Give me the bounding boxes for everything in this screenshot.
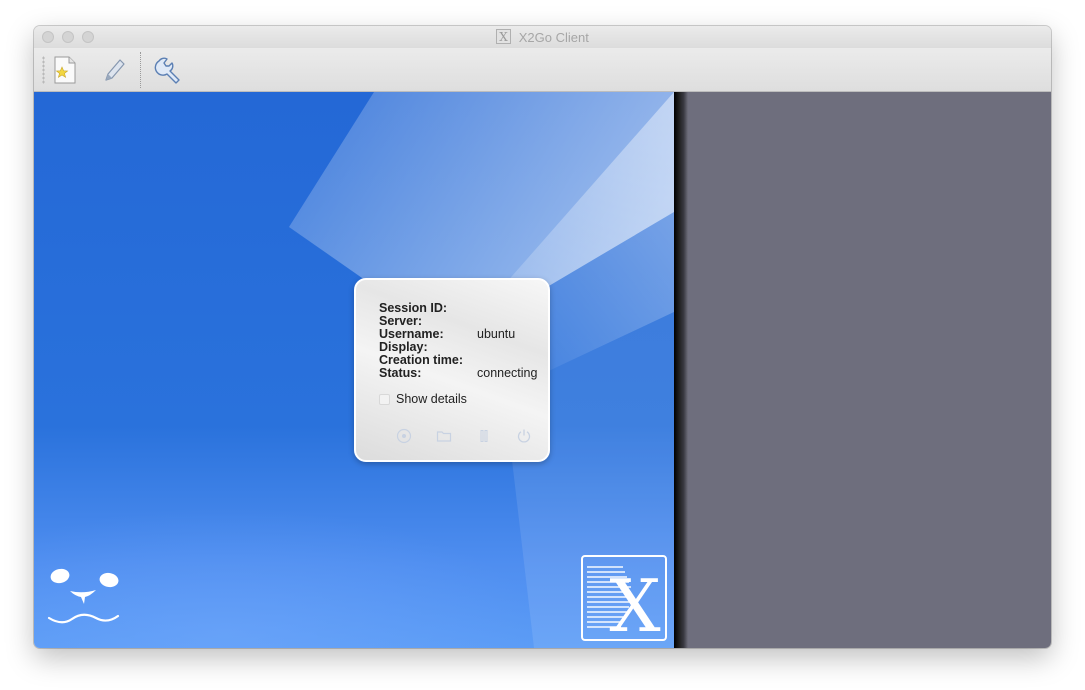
wrench-icon <box>154 57 180 84</box>
x2go-logo-graphic: X <box>587 564 661 648</box>
folder-icon[interactable] <box>436 428 452 444</box>
power-icon[interactable] <box>516 428 532 444</box>
status-row: Status: connecting <box>379 367 559 380</box>
empty-right-pane <box>688 92 1051 648</box>
show-details-option[interactable]: Show details <box>379 392 467 406</box>
x2go-logo: X <box>581 555 667 648</box>
status-label: Status: <box>379 366 422 380</box>
pane-divider[interactable] <box>674 92 688 648</box>
new-session-button[interactable] <box>50 55 80 85</box>
applications-icon[interactable] <box>396 428 412 444</box>
pencil-icon <box>105 59 125 81</box>
svg-text:X: X <box>609 564 660 639</box>
toolbar-grip[interactable] <box>42 56 45 84</box>
toolbar <box>34 48 1051 92</box>
app-window: X X2Go Client Session ID: Server: Userna… <box>34 26 1051 648</box>
main-area: Session ID: Server: Username: ubuntu Dis… <box>34 92 1051 648</box>
settings-button[interactable] <box>153 55 183 85</box>
new-session-icon <box>54 56 76 84</box>
session-status-card: Session ID: Server: Username: ubuntu Dis… <box>354 278 550 462</box>
show-details-label: Show details <box>396 392 467 406</box>
window-title-area: X X2Go Client <box>34 29 1051 45</box>
x2go-app-icon: X <box>496 29 512 44</box>
session-info: Session ID: Server: Username: ubuntu Dis… <box>379 302 559 380</box>
svg-text:X: X <box>499 30 508 44</box>
title-bar[interactable]: X X2Go Client <box>34 26 1051 48</box>
session-pane: Session ID: Server: Username: ubuntu Dis… <box>34 92 674 648</box>
panda-logo <box>47 568 120 624</box>
window-title: X2Go Client <box>518 30 589 45</box>
username-value: ubuntu <box>477 327 516 341</box>
status-value: connecting <box>477 366 538 380</box>
pause-icon[interactable] <box>476 428 492 444</box>
edit-session-button[interactable] <box>98 55 128 85</box>
show-details-checkbox[interactable] <box>379 394 390 405</box>
toolbar-separator <box>140 52 141 88</box>
